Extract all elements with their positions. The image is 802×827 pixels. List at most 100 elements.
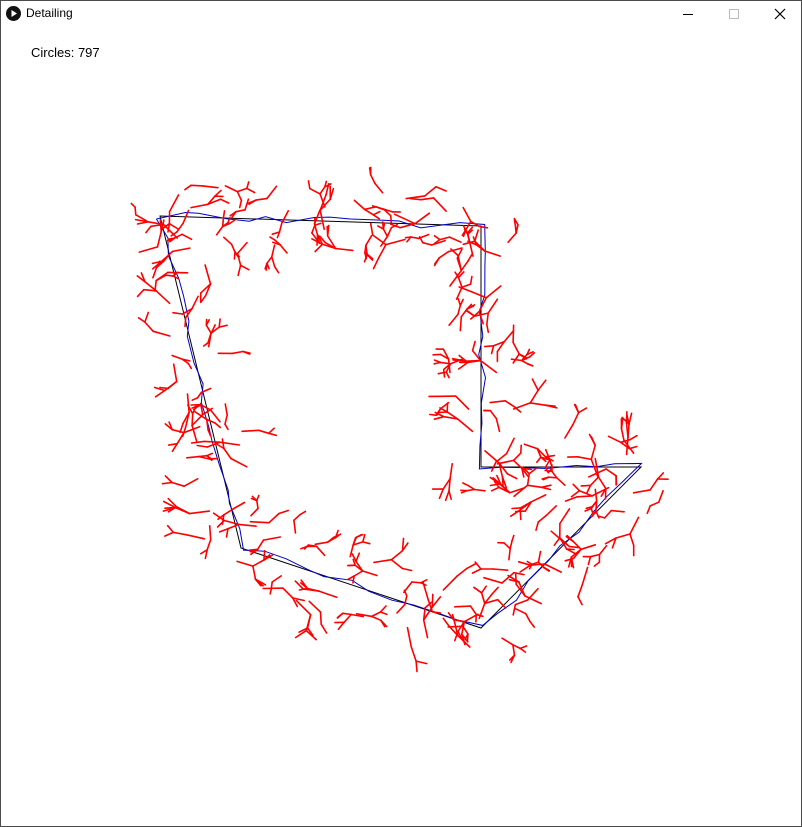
branch-stroke [649,478,659,491]
branch-stroke [547,476,558,479]
branch-stroke [236,190,243,202]
branch-stroke [222,210,226,219]
maximize-button[interactable] [711,1,757,27]
branch-stroke [161,481,173,485]
branch-stroke [572,483,581,492]
branch-stroke [628,412,633,425]
branch-stroke [190,203,209,209]
branch-stroke [620,427,625,442]
branch-stroke [457,361,469,370]
close-button[interactable] [757,1,802,27]
sketch-canvas[interactable]: Circles: 797 [1,27,801,826]
branch-stroke [231,350,244,355]
window-title: Detailing [26,6,73,20]
branch-stroke [230,243,236,253]
branch-stroke [531,378,539,392]
branch-stroke [504,399,516,408]
branch-stroke [553,536,561,547]
branch-stroke [308,600,322,613]
branch-stroke [263,549,266,561]
branch-stroke [326,224,330,237]
branch-stroke [422,619,429,639]
branch-stroke [577,407,588,414]
branch-stroke [519,645,528,650]
branch-stroke [270,244,276,258]
branch-stroke [512,324,515,344]
branch-stroke [202,341,209,347]
branch-stroke [509,540,513,550]
branch-stroke [385,238,406,246]
branch-stroke [273,265,280,274]
branch-stroke [390,558,404,570]
title-bar[interactable]: Detailing [1,1,801,27]
branch-stroke [266,256,273,265]
branch-stroke [489,409,498,420]
branch-stroke [293,519,297,534]
branch-stroke [445,371,450,379]
branch-stroke [483,344,495,348]
branch-stroke [568,545,580,549]
branch-stroke [238,199,243,209]
branch-stroke [236,187,248,193]
branch-stroke [473,488,486,492]
branch-stroke [589,553,601,558]
branch-stroke [520,359,529,365]
branch-stroke [438,488,445,500]
branch-stroke [361,533,366,543]
branch-stroke [228,219,235,225]
branch-stroke [282,587,294,599]
branch-stroke [209,408,221,423]
branch-stroke [559,508,571,525]
branch-stroke [505,437,515,455]
branch-stroke [223,508,234,516]
branch-stroke [576,455,593,461]
branch-stroke [171,247,191,253]
minimize-button[interactable] [665,1,711,27]
branch-stroke [137,316,146,323]
branch-stroke [372,214,381,220]
branch-stroke [179,422,184,434]
branch-stroke [268,512,280,524]
branch-stroke [410,645,417,662]
branch-stroke [512,603,517,616]
branch-stroke [512,402,532,410]
branch-stroke [537,550,542,564]
branch-stroke [152,330,171,337]
branch-stroke [224,185,239,193]
branch-stroke [572,411,580,426]
branch-stroke [475,243,486,252]
branch-stroke [181,233,193,241]
maximize-icon [729,9,739,19]
branch-stroke [438,411,449,414]
branch-stroke [444,490,450,502]
branch-stroke [451,613,456,624]
branch-stroke [184,316,187,328]
branch-stroke [428,413,437,417]
branch-stroke [249,520,270,524]
branch-stroke [191,397,199,402]
branch-stroke [485,323,490,334]
branch-stroke [431,596,442,608]
branch-stroke [411,581,422,584]
branch-stroke [646,505,652,515]
branch-stroke [374,182,384,194]
branch-stroke [318,590,338,599]
branch-stroke [269,587,273,595]
branch-stroke [164,475,173,484]
branch-stroke [150,223,165,228]
branch-stroke [490,486,500,492]
branch-stroke [543,563,563,573]
branch-stroke [415,660,418,673]
branch-stroke [341,612,353,616]
branch-stroke [615,533,631,539]
branch-stroke [448,313,459,327]
branch-stroke [459,315,463,332]
branch-stroke [130,202,136,208]
branch-stroke [252,559,265,567]
circles-count-label: Circles: 797 [31,45,100,60]
branch-stroke [589,476,600,487]
play-icon [6,6,21,21]
branch-stroke [480,585,488,594]
branch-layer [130,166,669,673]
branch-stroke [487,298,499,314]
